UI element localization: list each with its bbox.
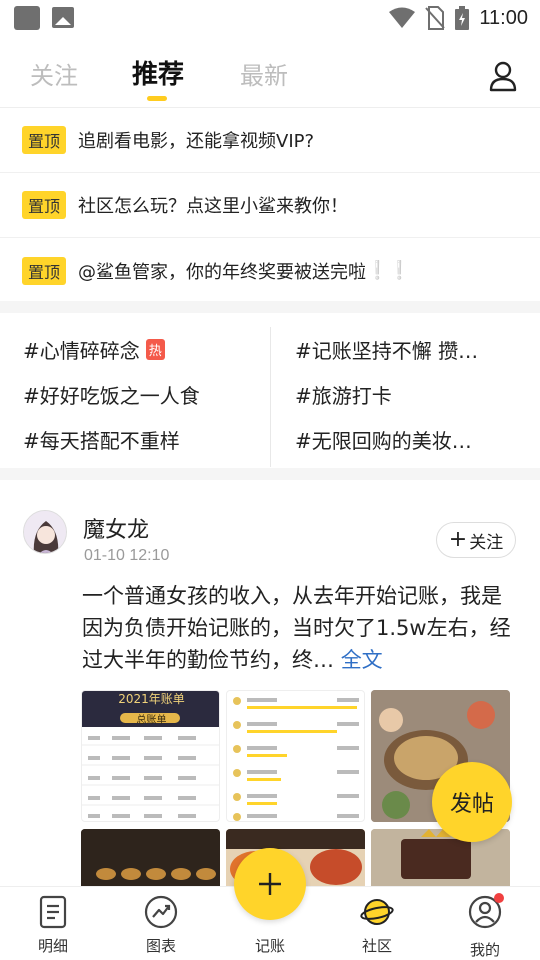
image-icon: [52, 7, 74, 28]
topic-grid: #心情碎碎念热 #记账坚持不懈 攒… #好好吃饭之一人食 #旅游打卡 #每天搭配…: [0, 313, 540, 467]
topic-item[interactable]: #心情碎碎念热: [23, 335, 165, 364]
pinned-list: 置顶 追剧看电影，还能拿视频VIP? 置顶 社区怎么玩？点这里小鲨来教你！ 置顶…: [0, 108, 540, 303]
post-username[interactable]: 魔女龙: [83, 512, 149, 544]
hot-badge: 热: [145, 339, 165, 360]
ledger-subtitle: 总账单: [136, 715, 167, 726]
nav-label: 我的: [469, 941, 500, 959]
post-text: 一个普通女孩的收入，从去年开始记账，我是因为负债开始记账的，当时欠了1.5w左右…: [82, 584, 511, 672]
chart-icon: [144, 895, 178, 929]
profile-icon[interactable]: [488, 60, 518, 92]
topic-item[interactable]: #旅游打卡: [295, 380, 392, 409]
ledger-title: 2021年账单: [118, 692, 185, 706]
read-more-link[interactable]: 全文: [341, 648, 383, 672]
nav-label: 记账: [254, 937, 285, 955]
feed-tabs: 关注 推荐 最新: [0, 42, 540, 108]
wifi-icon: [389, 7, 416, 28]
follow-button[interactable]: + 关注: [436, 522, 516, 558]
post-time: 01-10 12:10: [84, 547, 170, 564]
tab-following[interactable]: 关注: [30, 56, 78, 91]
nav-charts[interactable]: 图表: [121, 895, 201, 956]
avatar-illustration: [24, 511, 66, 553]
nav-label: 图表: [145, 937, 176, 955]
follow-label: 关注: [469, 532, 504, 553]
topic-item[interactable]: #记账坚持不懈 攒…: [295, 335, 478, 364]
pinned-badge: 置顶: [22, 126, 67, 154]
new-post-label: 发帖: [449, 792, 494, 817]
notification-dot: [494, 893, 504, 903]
no-sim-icon: [425, 6, 446, 30]
pinned-item[interactable]: 置顶 追剧看电影，还能拿视频VIP?: [0, 108, 540, 173]
topic-divider: [270, 327, 271, 467]
nav-community[interactable]: 社区: [337, 895, 417, 956]
tab-latest[interactable]: 最新: [240, 56, 288, 91]
topic-label: #心情碎碎念: [23, 339, 140, 363]
plus-icon: [259, 873, 281, 895]
avatar[interactable]: [23, 510, 67, 554]
category-list-screenshot: [233, 697, 359, 821]
topic-item[interactable]: #每天搭配不重样: [23, 425, 180, 454]
nav-mine[interactable]: 我的: [445, 893, 525, 960]
status-bar: 11:00: [0, 0, 540, 36]
new-post-button[interactable]: 发帖: [432, 762, 512, 842]
pinned-emoji: ❕❕: [366, 260, 411, 281]
tab-indicator: [147, 96, 167, 101]
status-time: 11:00: [479, 6, 528, 29]
post-body[interactable]: 一个普通女孩的收入，从去年开始记账，我是因为负债开始记账的，当时欠了1.5w左右…: [82, 580, 512, 676]
nav-label: 明细: [37, 937, 68, 955]
tab-recommended[interactable]: 推荐: [132, 54, 184, 91]
pinned-text: 追剧看电影，还能拿视频VIP?: [78, 131, 315, 152]
pinned-badge: 置顶: [22, 191, 67, 219]
pinned-text: @鲨鱼管家，你的年终奖要被送完啦: [78, 261, 367, 283]
nav-label: 社区: [361, 937, 392, 955]
planet-icon: [360, 899, 394, 925]
pinned-badge: 置顶: [22, 256, 67, 285]
pinned-text: 社区怎么玩？点这里小鲨来教你！: [78, 196, 349, 217]
nav-details[interactable]: 明细: [13, 895, 93, 956]
document-icon: [39, 895, 67, 929]
post-image[interactable]: [226, 690, 365, 822]
topic-item[interactable]: #无限回购的美妆…: [295, 425, 472, 454]
section-divider: [0, 468, 540, 480]
add-record-button[interactable]: [234, 848, 306, 920]
user-icon-wrap: [468, 893, 504, 933]
app-icon: [14, 6, 40, 30]
plus-icon: +: [448, 527, 468, 552]
pinned-item[interactable]: 置顶 @鲨鱼管家，你的年终奖要被送完啦 ❕❕: [0, 238, 540, 303]
topic-item[interactable]: #好好吃饭之一人食: [23, 380, 200, 409]
battery-icon: [455, 6, 470, 30]
post-image[interactable]: 2021年账单 总账单: [81, 690, 220, 822]
section-divider: [0, 301, 540, 313]
pinned-item[interactable]: 置顶 社区怎么玩？点这里小鲨来教你！: [0, 173, 540, 238]
